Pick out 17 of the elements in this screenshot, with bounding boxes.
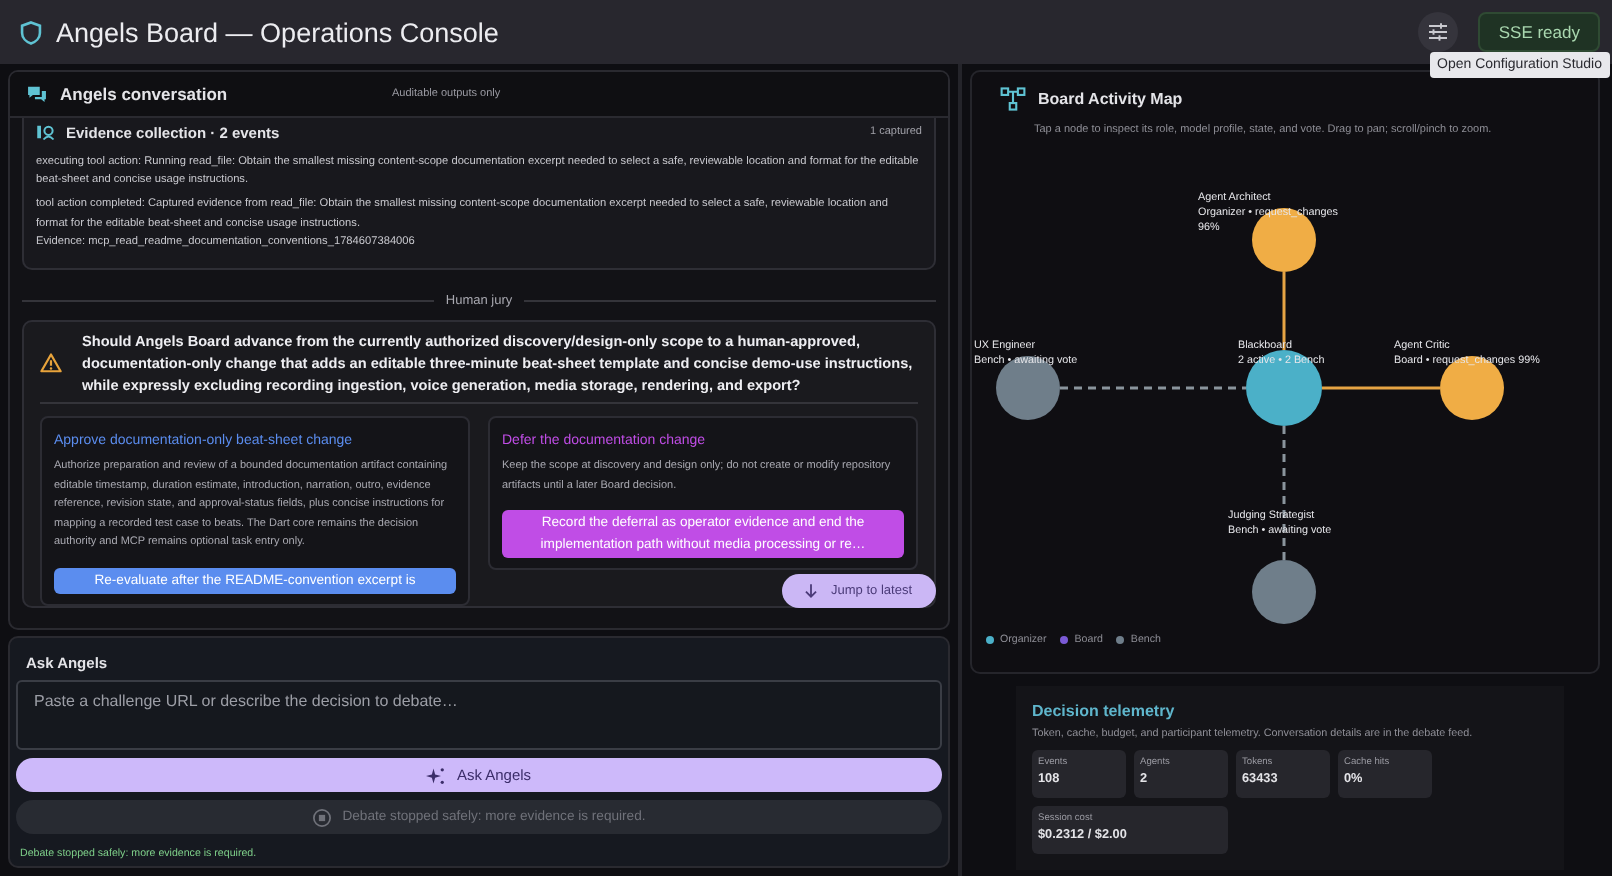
connection-status: SSE ready bbox=[1478, 12, 1600, 52]
panel-title: Angels conversation bbox=[60, 84, 230, 104]
telemetry-title: Decision telemetry bbox=[1032, 702, 1177, 720]
settings-button[interactable] bbox=[1418, 12, 1459, 52]
chat-icon bbox=[26, 83, 48, 105]
sliders-icon bbox=[1426, 20, 1451, 44]
sparkle-icon bbox=[426, 765, 447, 785]
app-title: Angels Board — Operations Console bbox=[56, 17, 499, 47]
warning-icon bbox=[40, 352, 62, 375]
graph-node[interactable] bbox=[1246, 350, 1322, 426]
panel-title: Board Activity Map bbox=[1038, 89, 1183, 107]
arrow-down-icon bbox=[801, 582, 820, 600]
prompt-field[interactable]: Paste a challenge URL or describe the decision to debate… bbox=[16, 680, 942, 750]
graph-node[interactable] bbox=[1252, 560, 1316, 624]
shield-icon bbox=[18, 19, 44, 45]
stop-icon bbox=[312, 807, 333, 827]
network-icon bbox=[1000, 85, 1026, 111]
